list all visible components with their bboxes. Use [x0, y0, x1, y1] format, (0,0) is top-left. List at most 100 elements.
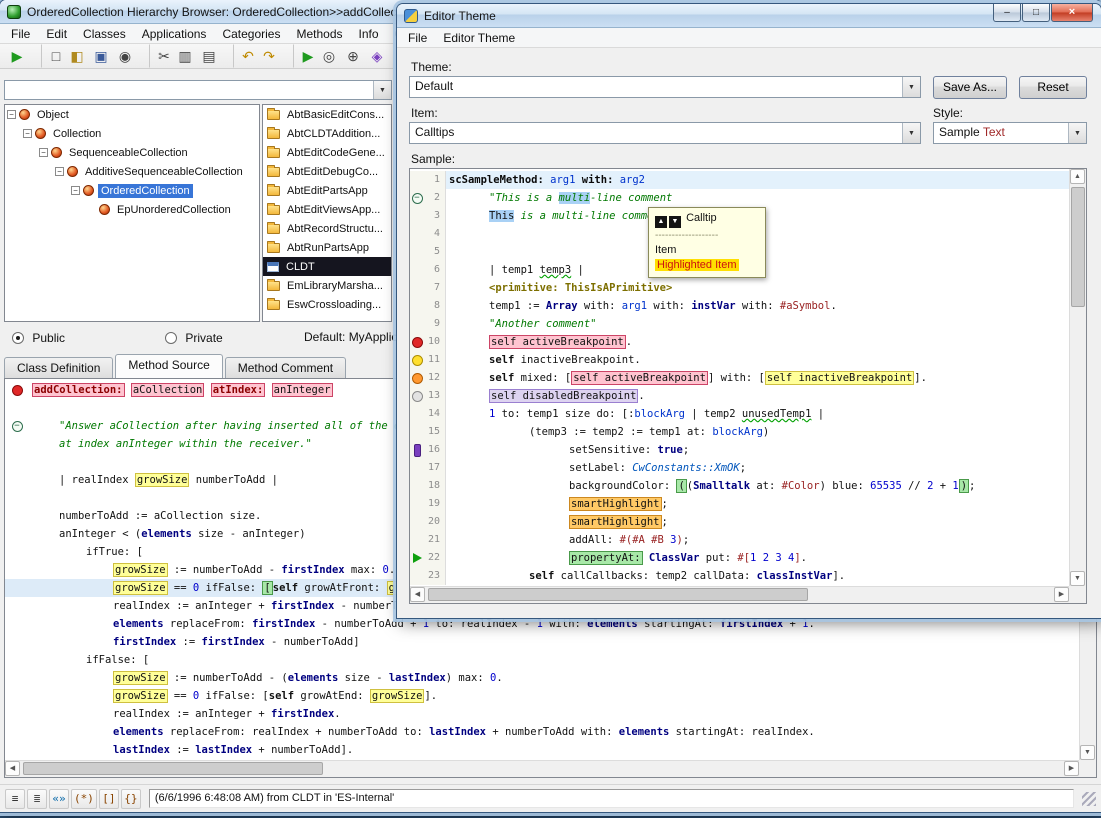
open-folder-icon[interactable]: ◧ [65, 44, 89, 68]
scrollbar-thumb[interactable] [1071, 187, 1085, 307]
breakpoint-active-icon[interactable] [12, 385, 23, 396]
tree-item-additivesequenceablecollection[interactable]: −AdditiveSequenceableCollection [5, 162, 259, 181]
theme-menu-editor-theme[interactable]: Editor Theme [435, 29, 523, 47]
browser-menu-categories[interactable]: Categories [214, 25, 288, 43]
chevron-down-icon[interactable]: ▼ [373, 81, 391, 99]
code-line[interactable]: growSize := numberToAdd - (elements size… [5, 669, 1079, 687]
scroll-right-icon[interactable]: ▶ [1064, 761, 1079, 776]
code-line[interactable]: 22propertyAt: ClassVar put: #[1 2 3 4]. [410, 549, 1069, 567]
code-line[interactable]: 15(temp3 := temp2 := temp1 at: blockArg) [410, 423, 1069, 441]
screenshot-camera-icon[interactable]: ◉ [113, 44, 137, 68]
redo-icon[interactable]: ↷ [257, 44, 281, 68]
application-item-abtcldtaddition[interactable]: AbtCLDTAddition... [263, 124, 391, 143]
browse-glasses-icon[interactable]: ◎ [317, 44, 341, 68]
breakpoint-active-icon[interactable] [412, 337, 423, 348]
code-line[interactable]: ifFalse: [ [5, 651, 1079, 669]
code-line[interactable]: 9"Another comment" [410, 315, 1069, 333]
item-combobox[interactable]: Calltips ▼ [409, 122, 921, 144]
code-line[interactable]: 12self mixed: [self activeBreakpoint] wi… [410, 369, 1069, 387]
browser-menu-edit[interactable]: Edit [38, 25, 75, 43]
scroll-up-icon[interactable]: ▲ [1070, 169, 1085, 184]
chevron-down-icon[interactable]: ▼ [1068, 123, 1086, 143]
code-line[interactable]: firstIndex := firstIndex - numberToAdd] [5, 633, 1079, 651]
scroll-left-icon[interactable]: ◀ [410, 587, 425, 602]
application-item-abteditcodegene[interactable]: AbtEditCodeGene... [263, 143, 391, 162]
fold-marker[interactable]: − [410, 189, 424, 207]
application-item-abtrunpartsapp[interactable]: AbtRunPartsApp [263, 238, 391, 257]
calltip-prev-icon[interactable]: ▲ [655, 216, 667, 228]
tree-item-collection[interactable]: −Collection [5, 124, 259, 143]
code-line[interactable]: 11self inactiveBreakpoint. [410, 351, 1069, 369]
insert-guillemets-icon[interactable]: «» [49, 789, 69, 809]
run-icon[interactable]: ▶ [5, 44, 29, 68]
new-document-icon[interactable]: □ [41, 44, 65, 68]
tree-item-sequenceablecollection[interactable]: −SequenceableCollection [5, 143, 259, 162]
gray-marker[interactable] [410, 387, 424, 405]
browser-menu-file[interactable]: File [3, 25, 38, 43]
scroll-down-icon[interactable]: ▼ [1080, 745, 1095, 760]
collapse-icon[interactable]: − [39, 148, 48, 157]
scrollbar-thumb[interactable] [428, 588, 808, 601]
tab-method-source[interactable]: Method Source [115, 354, 222, 378]
collapse-icon[interactable]: − [23, 129, 32, 138]
code-line[interactable]: −2"This is a multi-line comment [410, 189, 1069, 207]
resize-grip[interactable] [1082, 792, 1096, 806]
chevron-down-icon[interactable]: ▼ [902, 77, 920, 97]
browser-menu-applications[interactable]: Applications [134, 25, 215, 43]
red-marker[interactable] [5, 381, 29, 399]
fold-collapse-icon[interactable]: − [412, 193, 423, 204]
format-paragraph-icon[interactable]: ≣ [27, 789, 47, 809]
browser-menu-classes[interactable]: Classes [75, 25, 134, 43]
application-item-emlibrarymarsha[interactable]: EmLibraryMarsha... [263, 276, 391, 295]
copy-icon[interactable]: ▥ [173, 44, 197, 68]
code-line[interactable]: 20smartHighlight; [410, 513, 1069, 531]
undo-icon[interactable]: ↶ [233, 44, 257, 68]
paste-icon[interactable]: ▤ [197, 44, 221, 68]
code-line[interactable]: 19smartHighlight; [410, 495, 1069, 513]
application-item-eswcrossloading[interactable]: EswCrossloading... [263, 295, 391, 314]
red-marker[interactable] [410, 333, 424, 351]
orange-marker[interactable] [410, 369, 424, 387]
collapse-icon[interactable]: − [7, 110, 16, 119]
collapse-icon[interactable]: − [55, 167, 64, 176]
maximize-button[interactable]: □ [1022, 4, 1050, 22]
yellow-marker[interactable] [410, 351, 424, 369]
style-combobox[interactable]: Sample Text ▼ [933, 122, 1087, 144]
scroll-down-icon[interactable]: ▼ [1070, 571, 1085, 586]
code-line[interactable]: 141 to: temp1 size do: [:blockArg | temp… [410, 405, 1069, 423]
theme-menu-file[interactable]: File [400, 29, 435, 47]
format-lines-icon[interactable]: ≡ [5, 789, 25, 809]
fold-marker[interactable]: − [5, 417, 29, 435]
code-line[interactable]: 10self activeBreakpoint. [410, 333, 1069, 351]
sample-editor[interactable]: 1scSampleMethod: arg1 with: arg2−2"This … [409, 168, 1087, 604]
breakpoint-disabled-icon[interactable] [412, 391, 423, 402]
reset-button[interactable]: Reset [1019, 76, 1087, 99]
tab-method-comment[interactable]: Method Comment [225, 357, 346, 378]
insert-comment-icon[interactable]: (*) [71, 789, 97, 809]
browser-menu-info[interactable]: Info [351, 25, 387, 43]
green-arrow-marker[interactable] [410, 549, 424, 567]
minimize-button[interactable]: – [993, 4, 1021, 22]
bookmark-icon[interactable] [414, 444, 421, 457]
tree-item-object[interactable]: −Object [5, 105, 259, 124]
application-item-cldt[interactable]: CLDT [263, 257, 391, 276]
calltip-next-icon[interactable]: ▼ [669, 216, 681, 228]
code-line[interactable]: 8temp1 := Array with: arg1 with: instVar… [410, 297, 1069, 315]
horizontal-scrollbar[interactable]: ◀ ▶ [5, 760, 1079, 777]
browser-menu-methods[interactable]: Methods [288, 25, 350, 43]
horizontal-scrollbar[interactable]: ◀ ▶ [410, 586, 1069, 603]
collapse-icon[interactable]: − [71, 186, 80, 195]
close-button[interactable]: × [1051, 4, 1093, 22]
vertical-scrollbar[interactable]: ▲ ▼ [1069, 169, 1086, 586]
save-as-button[interactable]: Save As... [933, 76, 1007, 99]
code-line[interactable]: 18backgroundColor: ((Smalltalk at: #Colo… [410, 477, 1069, 495]
private-radio[interactable]: Private [165, 331, 223, 345]
code-line[interactable]: 17setLabel: CwConstants::XmOK; [410, 459, 1069, 477]
code-line[interactable]: 16setSensitive: true; [410, 441, 1069, 459]
public-radio[interactable]: Public [12, 331, 65, 345]
scroll-right-icon[interactable]: ▶ [1054, 587, 1069, 602]
application-item-abteditdebugco[interactable]: AbtEditDebugCo... [263, 162, 391, 181]
search-icon[interactable]: ⊕ [341, 44, 365, 68]
current-line-icon[interactable] [413, 553, 422, 563]
fold-collapse-icon[interactable]: − [12, 421, 23, 432]
